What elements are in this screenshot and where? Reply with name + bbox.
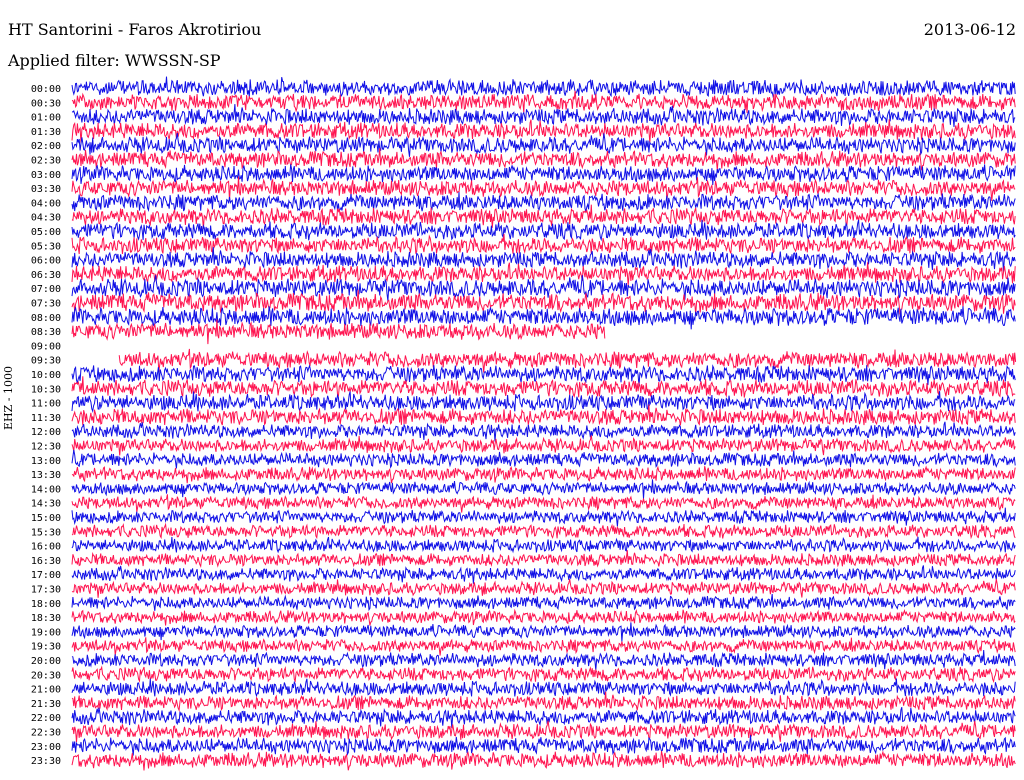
time-tick-label: 17:00: [31, 570, 61, 581]
trace-line-0300: [71, 164, 1016, 186]
trace-line-1230: [71, 435, 1016, 456]
trace-line-2200: [71, 707, 1016, 729]
trace-line-2030: [71, 665, 1016, 684]
time-tick-label: 20:00: [31, 656, 61, 667]
time-tick-label: 09:00: [31, 341, 61, 352]
time-tick-label: 04:30: [31, 213, 61, 224]
trace-line-1100: [71, 391, 1016, 414]
trace-line-2130: [71, 691, 1016, 713]
time-tick-label: 19:00: [31, 627, 61, 638]
trace-line-1000: [71, 364, 1016, 387]
trace-line-1500: [71, 507, 1016, 527]
time-tick-label: 18:00: [31, 599, 61, 610]
time-tick-label: 00:30: [31, 98, 61, 109]
trace-line-1530: [71, 522, 1016, 540]
time-tick-label: 07:30: [31, 299, 61, 310]
trace-line-2100: [71, 678, 1016, 698]
time-tick-label: 02:00: [31, 141, 61, 152]
time-tick-label: 06:00: [31, 256, 61, 267]
trace-line-0800: [71, 306, 1016, 330]
time-tick-label: 17:30: [31, 585, 61, 596]
time-tick-label: 16:30: [31, 556, 61, 567]
time-tick-label: 22:30: [31, 728, 61, 739]
time-tick-label: 18:30: [31, 613, 61, 624]
trace-line-1600: [71, 536, 1016, 554]
time-tick-label: 01:30: [31, 127, 61, 138]
time-tick-label: 11:00: [31, 399, 61, 410]
trace-line-2230: [71, 720, 1016, 743]
time-tick-label: 13:00: [31, 456, 61, 467]
trace-line-1030: [71, 376, 1016, 399]
time-tick-label: 04:00: [31, 198, 61, 209]
time-tick-label: 21:00: [31, 685, 61, 696]
trace-line-0400: [71, 192, 1016, 213]
trace-line-1700: [71, 565, 1016, 584]
time-tick-label: 10:30: [31, 384, 61, 395]
time-tick-label: 05:30: [31, 241, 61, 252]
trace-line-0830: [71, 319, 606, 345]
time-tick-label: 05:00: [31, 227, 61, 238]
time-tick-label: 10:00: [31, 370, 61, 381]
trace-line-1630: [71, 550, 1016, 569]
trace-line-0500: [71, 219, 1016, 242]
time-tick-label: 08:30: [31, 327, 61, 338]
time-tick-label: 03:00: [31, 170, 61, 181]
trace-line-1130: [71, 404, 1016, 426]
time-tick-label: 15:30: [31, 527, 61, 538]
time-tick-label: 20:30: [31, 670, 61, 681]
trace-line-0230: [71, 148, 1016, 171]
trace-line-1330: [71, 465, 1016, 484]
time-tick-label: 00:00: [31, 84, 61, 95]
time-tick-label: 12:30: [31, 442, 61, 453]
time-tick-label: 07:00: [31, 284, 61, 295]
time-tick-label: 14:30: [31, 499, 61, 510]
time-tick-label: 06:30: [31, 270, 61, 281]
time-tick-label: 13:30: [31, 470, 61, 481]
trace-line-0130: [71, 119, 1016, 144]
trace-line-1430: [71, 494, 1016, 513]
time-tick-label: 09:30: [31, 356, 61, 367]
time-tick-label: 16:00: [31, 542, 61, 553]
time-tick-label: 22:00: [31, 713, 61, 724]
time-tick-label: 19:30: [31, 642, 61, 653]
time-tick-label: 12:00: [31, 427, 61, 438]
trace-line-2000: [71, 649, 1016, 671]
time-tick-label: 21:30: [31, 699, 61, 710]
trace-line-0430: [71, 204, 1016, 230]
trace-line-2330: [71, 750, 1016, 771]
trace-line-2300: [71, 735, 1016, 756]
time-tick-label: 23:00: [31, 742, 61, 753]
trace-line-1830: [71, 608, 1016, 626]
time-tick-label: 14:00: [31, 484, 61, 495]
time-tick-label: 23:30: [31, 756, 61, 767]
trace-line-0000: [71, 76, 1016, 99]
time-tick-label: 15:00: [31, 513, 61, 524]
time-tick-label: 08:00: [31, 313, 61, 324]
time-tick-label: 02:30: [31, 156, 61, 167]
trace-line-1300: [71, 449, 1016, 469]
helicorder-plot: 00:00 00:30 01:00 01:30 02:00 02:30 03:00 03:30…: [31, 76, 1017, 771]
time-tick-label: 03:30: [31, 184, 61, 195]
trace-line-1930: [71, 637, 1016, 656]
time-tick-label: 11:30: [31, 413, 61, 424]
trace-line-1400: [71, 479, 1016, 499]
trace-line-1900: [71, 622, 1016, 642]
trace-line-1730: [71, 578, 1016, 598]
time-tick-label: 01:00: [31, 113, 61, 124]
trace-line-0030: [71, 90, 1016, 113]
trace-line-1800: [71, 593, 1016, 612]
